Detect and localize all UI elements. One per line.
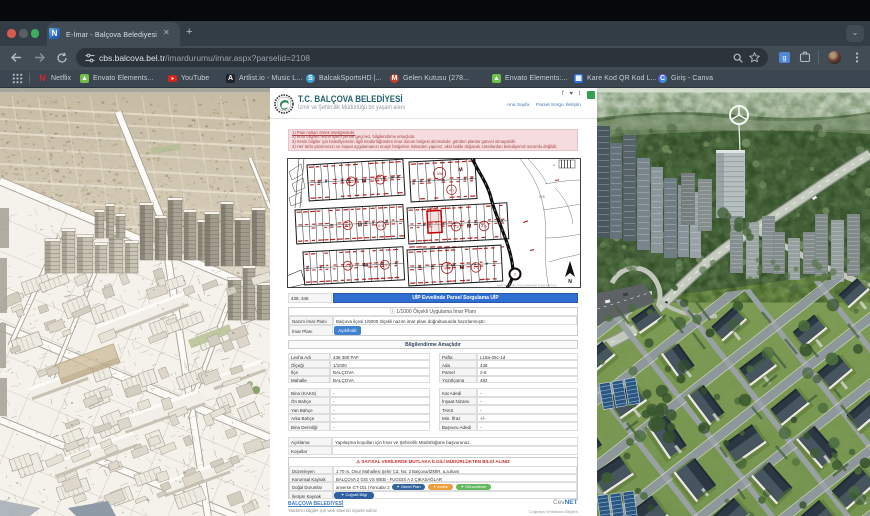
svg-text:4-1: 4-1 (449, 188, 454, 192)
svg-text:M: M (362, 178, 367, 184)
svg-text:8-6: 8-6 (377, 178, 382, 182)
svg-text:M: M (363, 263, 368, 269)
svg-text:438: 438 (437, 172, 443, 176)
svg-text:M: M (460, 265, 465, 271)
svg-text:438: 438 (444, 266, 450, 270)
svg-text:N: N (568, 279, 572, 285)
svg-text:6-5: 6-5 (378, 224, 383, 228)
svg-text:M: M (467, 224, 472, 230)
svg-text:3-1: 3-1 (345, 264, 350, 268)
svg-text:M: M (458, 167, 463, 173)
svg-text:1-3: 1-3 (453, 225, 458, 229)
svg-text:2-5: 2-5 (473, 266, 478, 270)
svg-text:8-3: 8-3 (348, 180, 353, 184)
svg-text:6-3: 6-3 (345, 224, 350, 228)
svg-text:525: 525 (539, 195, 545, 199)
svg-text:M: M (357, 222, 362, 228)
svg-text:3-9: 3-9 (382, 263, 387, 267)
svg-text:▪▪: ▪▪ (553, 163, 555, 167)
svg-text:2: 2 (514, 273, 516, 277)
svg-text:2108: 2108 (430, 206, 438, 210)
svg-text:4-5: 4-5 (481, 224, 486, 228)
